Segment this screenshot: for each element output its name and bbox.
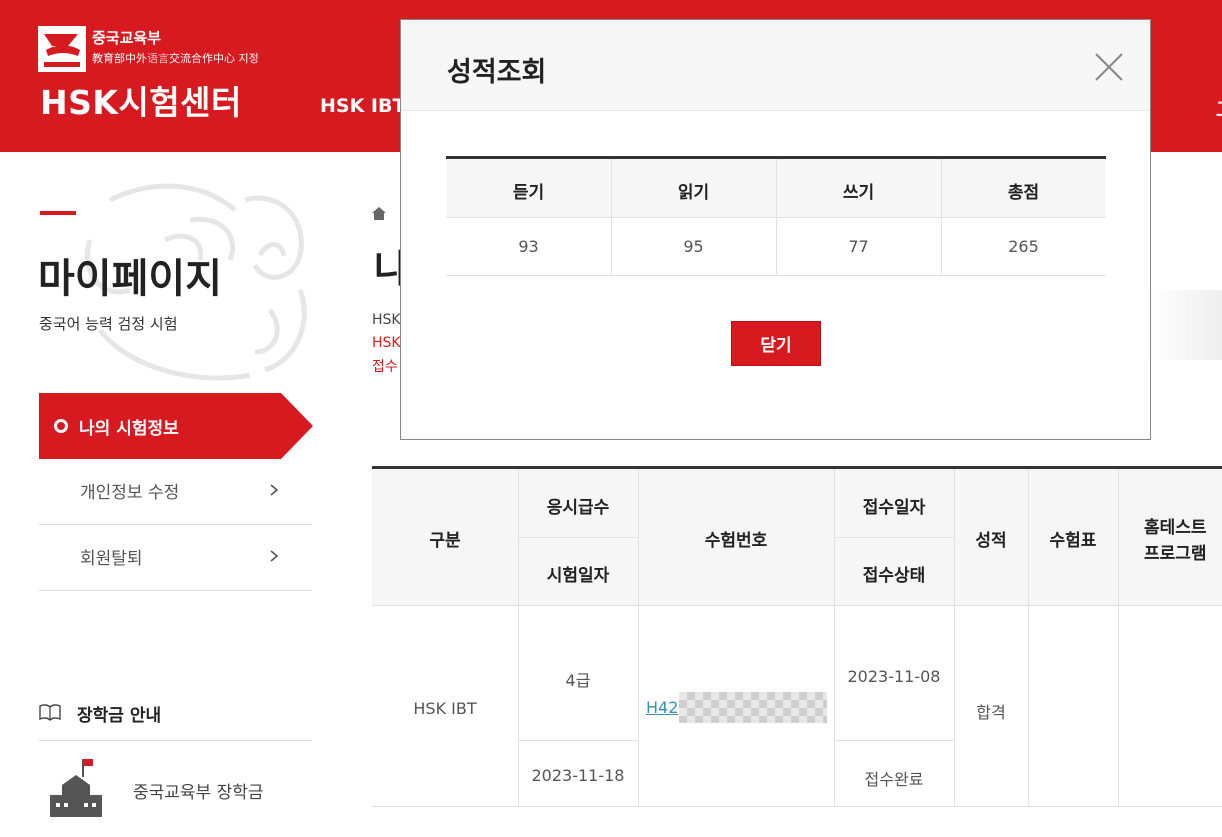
logo-main-text: HSK시험센터 (40, 83, 242, 122)
chevron-right-icon (270, 550, 279, 562)
sidebar-item-label: 회원탈퇴 (80, 549, 143, 569)
sidebar-accent-bar (40, 211, 76, 215)
info-line: HSK (372, 335, 400, 351)
table-row: HSK IBT 4급 2023-11-18 H42 2023-11-08 접수완… (372, 606, 1222, 807)
chevron-right-icon (270, 484, 279, 496)
home-icon[interactable] (372, 207, 386, 220)
col-exam-date: 시험일자 (546, 566, 610, 586)
col-reading: 읽기 (677, 183, 710, 203)
info-line: 접수 (372, 359, 398, 375)
sidebar-item-withdraw[interactable]: 회원탈퇴 (39, 525, 312, 591)
cell-category: HSK IBT (413, 699, 477, 718)
col-hometest: 홈테스트 (1144, 518, 1207, 538)
sidebar-title: 마이페이지 (38, 256, 222, 302)
score-total: 265 (1008, 237, 1039, 256)
modal-title: 성적조회 (447, 57, 547, 88)
school-building-icon (50, 759, 102, 817)
sidebar-subtitle: 중국어 능력 검정 시험 (39, 315, 178, 333)
cell-level: 4급 (565, 671, 591, 690)
col-exam-number: 수험번호 (704, 531, 768, 551)
score-listening: 93 (518, 237, 539, 256)
scholarship-section-header: 장학금 안내 (39, 700, 312, 741)
edge-shadow (1150, 290, 1222, 360)
redacted-exam-number (679, 692, 827, 723)
info-line: HSK (372, 312, 400, 328)
table-header: 구분 응시급수 시험일자 수험번호 접수일자 접수상태 성적 수험표 홈테스트 … (372, 469, 1222, 606)
col-apply-status: 접수상태 (862, 566, 926, 586)
cell-apply-date: 2023-11-08 (847, 667, 941, 686)
logo-line2: 教育部中外语言交流合作中心 지정 (92, 52, 259, 65)
nav-item-right[interactable]: 고 (1216, 95, 1222, 122)
scholarship-title: 장학금 안내 (77, 706, 162, 726)
score-reading: 95 (683, 237, 704, 256)
scholarship-link[interactable]: 중국교육부 장학금 (133, 778, 264, 803)
close-icon[interactable] (1093, 51, 1125, 83)
sidebar-item-my-exam-info[interactable]: 나의 시험정보 (39, 393, 314, 459)
close-button[interactable]: 닫기 (731, 321, 821, 366)
score-writing: 77 (848, 237, 869, 256)
score-table-header: 듣기 읽기 쓰기 총점 (446, 159, 1106, 218)
col-writing: 쓰기 (842, 183, 875, 203)
table-row: 93 95 77 265 (446, 218, 1106, 276)
cell-apply-status: 접수완료 (864, 770, 924, 789)
exam-number-link[interactable]: H42 (646, 698, 678, 717)
sidebar-item-edit-profile[interactable]: 개인정보 수정 (39, 459, 312, 525)
score-table: 듣기 읽기 쓰기 총점 93 95 77 265 (446, 156, 1106, 276)
active-dot-icon (54, 419, 68, 433)
cell-exam-date: 2023-11-18 (531, 766, 625, 785)
sidebar-item-label: 개인정보 수정 (80, 483, 180, 503)
cell-score[interactable]: 합격 (954, 699, 1028, 723)
col-total: 총점 (1007, 183, 1040, 203)
col-listening: 듣기 (512, 183, 545, 203)
col-hometest-2: 프로그램 (1144, 544, 1207, 564)
modal-header: 성적조회 (401, 20, 1150, 111)
col-score: 성적 (975, 531, 1007, 551)
score-modal: 성적조회 듣기 읽기 쓰기 총점 93 95 77 265 닫기 (400, 19, 1151, 440)
logo-line1: 중국교육부 (92, 29, 162, 47)
logo-emblem-icon (38, 26, 86, 72)
col-ticket: 수험표 (1049, 531, 1097, 551)
col-level: 응시급수 (546, 498, 610, 518)
nav-hsk-ibt[interactable]: HSK IBT (320, 95, 402, 117)
sidebar-item-label: 나의 시험정보 (79, 419, 179, 439)
col-category: 구분 (429, 531, 461, 551)
col-apply-date: 접수일자 (862, 498, 926, 518)
book-icon (39, 704, 61, 721)
site-logo[interactable]: 중국교육부 教育部中外语言交流合作中心 지정 HSK시험센터 (38, 26, 308, 126)
exam-info-table: 구분 응시급수 시험일자 수험번호 접수일자 접수상태 성적 수험표 홈테스트 … (372, 466, 1222, 807)
